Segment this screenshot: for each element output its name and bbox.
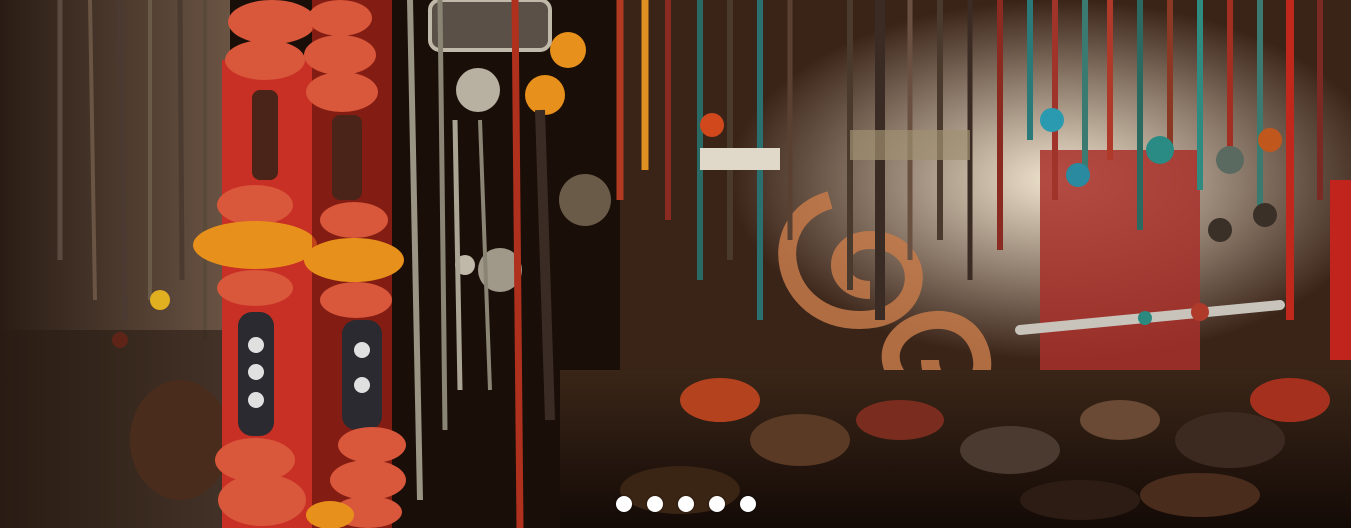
red-cloth [1040, 150, 1200, 390]
slider-pagination [0, 496, 1351, 512]
image-slider [0, 0, 1351, 528]
slider-dot-3[interactable] [677, 496, 694, 512]
red-cloth-edge [1330, 180, 1351, 360]
slider-dot-5[interactable] [739, 496, 756, 512]
slider-dot-4[interactable] [708, 496, 725, 512]
red-necklace-right [304, 0, 406, 528]
slide-image [0, 0, 1351, 528]
slider-dot-1[interactable] [615, 496, 632, 512]
slider-dot-2[interactable] [646, 496, 663, 512]
